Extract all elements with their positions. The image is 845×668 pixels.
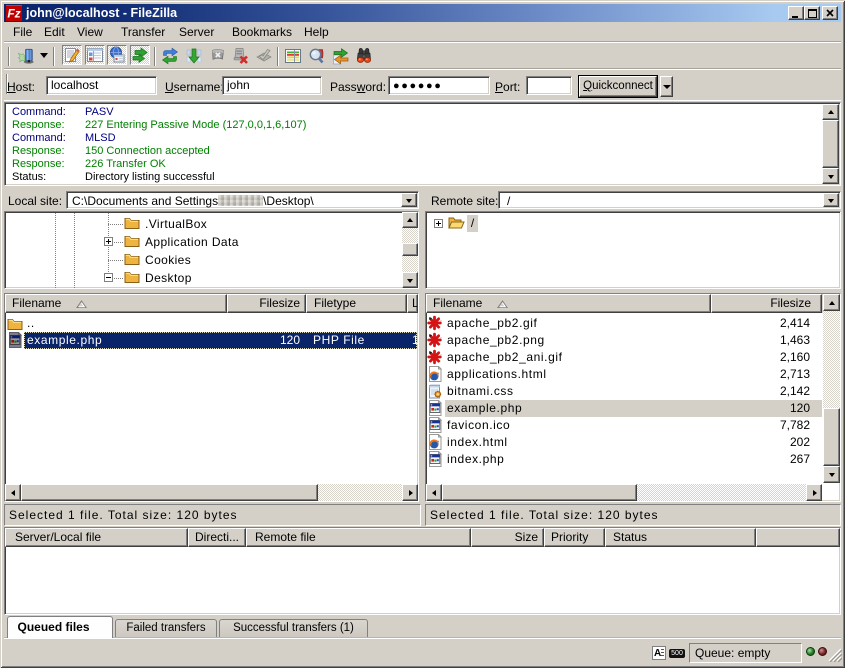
svg-text:Fz: Fz: [7, 7, 20, 21]
